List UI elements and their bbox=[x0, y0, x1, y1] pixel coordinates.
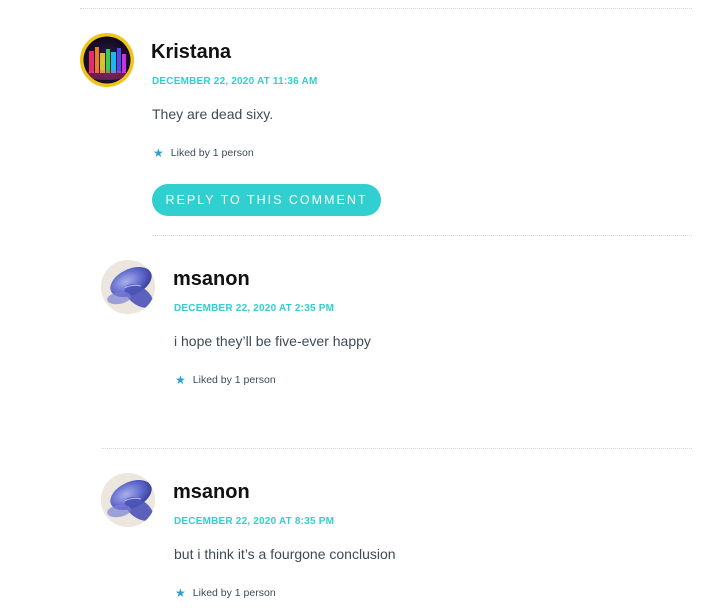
likes-summary: ★ Liked by 1 person bbox=[175, 374, 276, 386]
star-icon: ★ bbox=[175, 586, 186, 600]
star-icon: ★ bbox=[153, 146, 164, 160]
comment-date[interactable]: DECEMBER 22, 2020 AT 11:36 AM bbox=[152, 76, 318, 87]
comment-divider bbox=[152, 235, 692, 236]
avatar[interactable] bbox=[80, 33, 134, 87]
comment-date[interactable]: DECEMBER 22, 2020 AT 2:35 PM bbox=[174, 303, 334, 314]
comment-date[interactable]: DECEMBER 22, 2020 AT 8:35 PM bbox=[174, 516, 334, 527]
likes-summary: ★ Liked by 1 person bbox=[175, 587, 276, 599]
comment-author[interactable]: Kristana bbox=[151, 41, 231, 64]
star-icon: ★ bbox=[175, 373, 186, 387]
likes-text[interactable]: Liked by 1 person bbox=[193, 587, 276, 599]
blue-flower-avatar-icon bbox=[101, 260, 155, 314]
colorful-lights-avatar-icon bbox=[83, 36, 131, 84]
comment-author[interactable]: msanon bbox=[173, 481, 250, 504]
comment-text: They are dead sixy. bbox=[152, 106, 274, 122]
avatar[interactable] bbox=[101, 260, 155, 314]
likes-summary: ★ Liked by 1 person bbox=[153, 147, 254, 159]
likes-text[interactable]: Liked by 1 person bbox=[171, 147, 254, 159]
avatar[interactable] bbox=[101, 473, 155, 527]
comment-divider bbox=[101, 448, 692, 449]
comment-divider bbox=[80, 8, 692, 9]
blue-flower-avatar-icon bbox=[101, 473, 155, 527]
likes-text[interactable]: Liked by 1 person bbox=[193, 374, 276, 386]
comment-text: i hope they’ll be five-ever happy bbox=[174, 333, 371, 349]
comment-author[interactable]: msanon bbox=[173, 268, 250, 291]
reply-button[interactable]: REPLY TO THIS COMMENT bbox=[152, 184, 381, 216]
comment-text: but i think it’s a fourgone conclusion bbox=[174, 546, 396, 562]
